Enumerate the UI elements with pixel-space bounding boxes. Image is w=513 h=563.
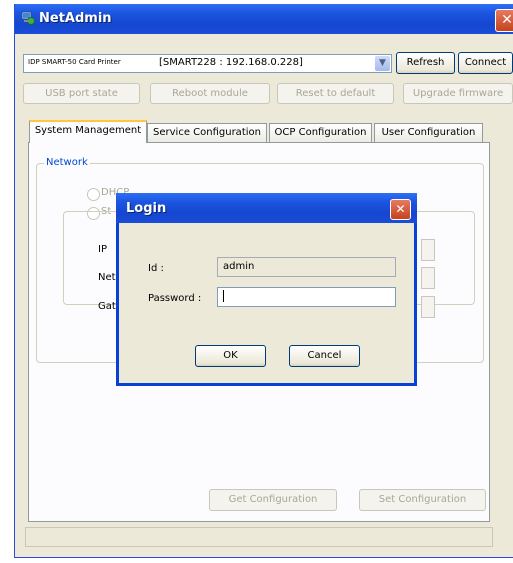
tab-service-configuration[interactable]: Service Configuration xyxy=(147,123,267,142)
ip-field[interactable] xyxy=(421,239,435,261)
usb-port-state-button[interactable]: USB port state xyxy=(23,83,140,104)
reboot-module-button[interactable]: Reboot module xyxy=(150,83,270,104)
password-field[interactable] xyxy=(217,287,396,307)
get-configuration-button[interactable]: Get Configuration xyxy=(209,489,337,511)
netmask-label: Net xyxy=(98,272,116,283)
login-title: Login xyxy=(126,201,167,216)
upgrade-firmware-button[interactable]: Upgrade firmware xyxy=(403,83,513,104)
gateway-label: Gat xyxy=(98,301,116,312)
gateway-field[interactable] xyxy=(421,296,435,318)
window-close-button[interactable]: ✕ xyxy=(495,9,513,32)
netmask-field[interactable] xyxy=(421,267,435,289)
window-titlebar[interactable]: NetAdmin ✕ xyxy=(15,4,513,34)
ip-label: IP xyxy=(98,244,107,255)
text-caret xyxy=(223,290,224,302)
tab-system-management[interactable]: System Management xyxy=(29,120,147,143)
connect-button[interactable]: Connect xyxy=(458,52,513,74)
network-computer-icon xyxy=(21,11,35,25)
device-address: [SMART228 : 192.168.0.228] xyxy=(159,57,303,68)
id-label: Id : xyxy=(148,263,164,274)
password-label: Password : xyxy=(148,293,202,304)
close-icon: ✕ xyxy=(501,12,513,28)
dhcp-radio[interactable] xyxy=(87,188,100,201)
login-titlebar[interactable]: Login ✕ xyxy=(116,193,417,223)
tab-user-configuration[interactable]: User Configuration xyxy=(374,123,483,142)
device-select[interactable]: IDP SMART-50 Card Printer [SMART228 : 19… xyxy=(23,54,392,73)
login-close-button[interactable]: ✕ xyxy=(390,199,411,220)
window-title: NetAdmin xyxy=(39,11,112,26)
set-configuration-button[interactable]: Set Configuration xyxy=(359,489,486,511)
cancel-button[interactable]: Cancel xyxy=(289,345,360,367)
device-name: IDP SMART-50 Card Printer xyxy=(28,58,121,66)
reset-default-button[interactable]: Reset to default xyxy=(277,83,394,104)
network-group-legend: Network xyxy=(44,157,90,168)
chevron-down-icon[interactable]: ▼ xyxy=(375,56,390,71)
id-field: admin xyxy=(217,257,396,277)
close-icon: ✕ xyxy=(395,202,406,216)
tab-ocp-configuration[interactable]: OCP Configuration xyxy=(269,123,372,142)
status-bar xyxy=(25,527,493,547)
ok-button[interactable]: OK xyxy=(195,345,266,367)
refresh-button[interactable]: Refresh xyxy=(396,52,455,74)
login-dialog: Login ✕ Id : admin Password : OK Cancel xyxy=(116,193,417,386)
